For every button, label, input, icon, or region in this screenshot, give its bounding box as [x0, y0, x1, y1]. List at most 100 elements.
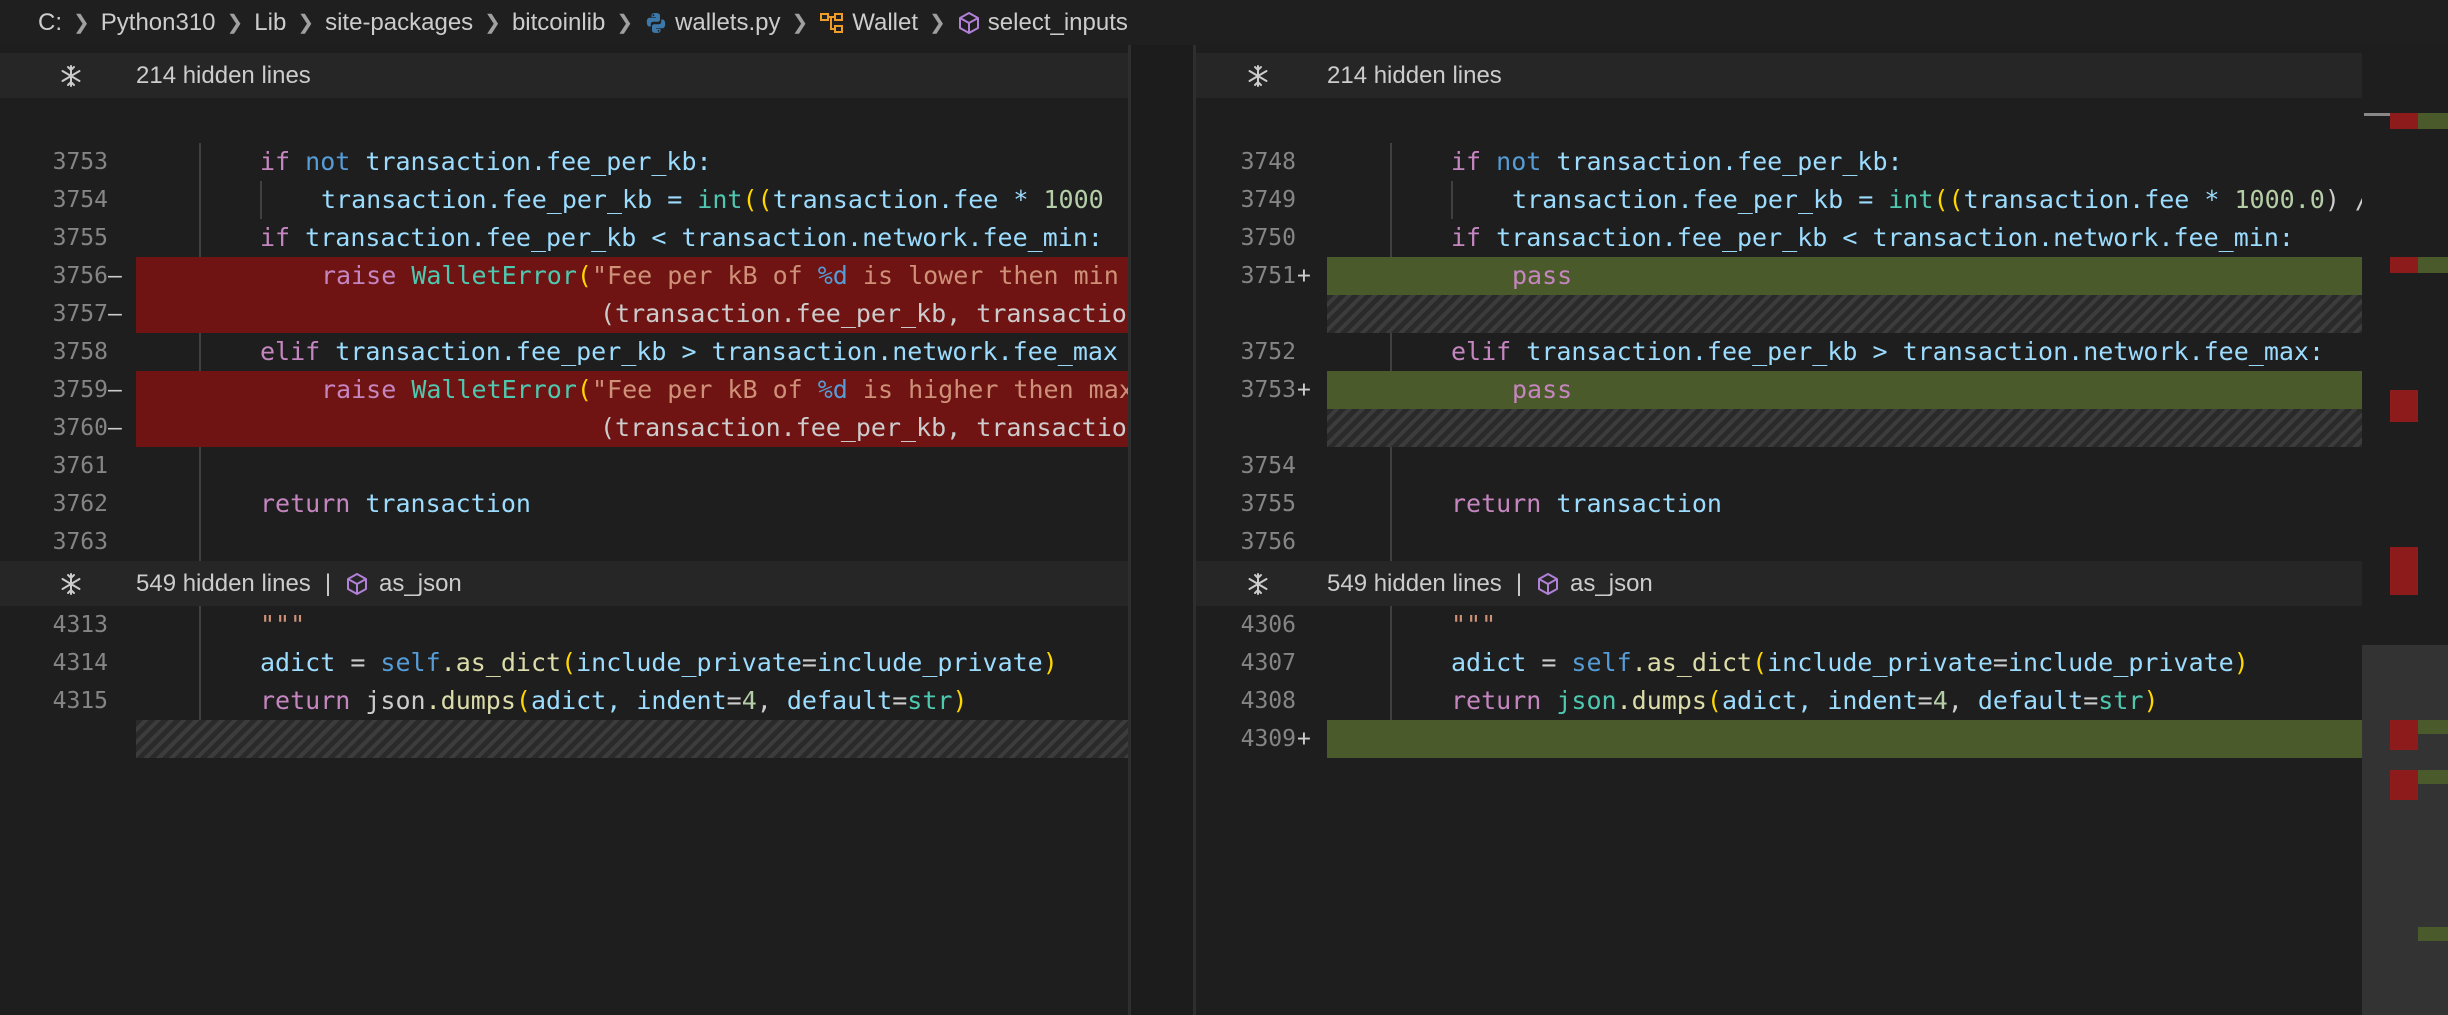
hidden-lines-fold[interactable]: 214 hidden lines [0, 53, 1128, 98]
line-number: 3758 [52, 339, 108, 365]
deleted-line[interactable]: 3760 — (transaction.fee_per_kb, transact… [0, 409, 1128, 447]
deleted-line[interactable]: 3759 — raise WalletError("Fee per kB of … [0, 371, 1128, 409]
diff-filler-hatch [1327, 409, 2390, 447]
line-number: 3760 [52, 415, 108, 441]
line-number: 3763 [52, 529, 108, 555]
deleted-line[interactable]: 3756 — raise WalletError("Fee per kB of … [0, 257, 1128, 295]
code-line[interactable]: 3755 if transaction.fee_per_kb < transac… [0, 219, 1128, 257]
code-line[interactable]: 3749 transaction.fee_per_kb = int((trans… [1196, 181, 2390, 219]
breadcrumb-drive[interactable]: C: [38, 9, 62, 37]
line-number: 3753 [1240, 377, 1296, 403]
breadcrumb-class[interactable]: Wallet [852, 9, 918, 37]
line-number: 4314 [52, 650, 108, 676]
code-line[interactable]: 3756 [1196, 523, 2390, 561]
method-cube-icon [1538, 572, 1559, 595]
inserted-line-background [1327, 720, 2390, 758]
code-line[interactable]: 3752 elif transaction.fee_per_kb > trans… [1196, 333, 2390, 371]
code-line[interactable]: 4306 """ [1196, 606, 2390, 644]
code-text: transaction.fee_per_kb = int((transactio… [1512, 185, 2370, 214]
code-text: if not transaction.fee_per_kb: [1451, 147, 1903, 176]
code-text: if not transaction.fee_per_kb: [260, 147, 712, 176]
breadcrumb-python310[interactable]: Python310 [101, 9, 216, 37]
overview-insertion-mark [2418, 927, 2448, 941]
breadcrumb-bitcoinlib[interactable]: bitcoinlib [512, 9, 605, 37]
code-text: return json.dumps(adict, indent=4, defau… [1451, 686, 2159, 715]
breadcrumb: C: ❯ Python310 ❯ Lib ❯ site-packages ❯ b… [0, 0, 2448, 45]
hidden-lines-label: 214 hidden lines [1327, 61, 1502, 89]
chevron-right-icon: ❯ [226, 12, 244, 34]
overview-deletion-mark [2390, 720, 2418, 750]
code-line[interactable]: 4313 """ [0, 606, 1128, 644]
code-line[interactable]: 3758 elif transaction.fee_per_kb > trans… [0, 333, 1128, 371]
code-line[interactable]: 3750 if transaction.fee_per_kb < transac… [1196, 219, 2390, 257]
hidden-lines-fold[interactable]: 214 hidden lines [1196, 53, 2390, 98]
chevron-right-icon: ❯ [297, 12, 315, 34]
insertion-marker: + [1297, 726, 1311, 752]
deletion-marker: — [108, 263, 122, 289]
code-text: return transaction [260, 489, 531, 518]
line-number: 3753 [52, 149, 108, 175]
method-cube-icon [347, 572, 368, 595]
code-text: (transaction.fee_per_kb, transaction. [600, 413, 1128, 442]
diff-modified-pane[interactable]: 214 hidden lines 3748 if not transaction… [1196, 45, 2390, 1015]
breadcrumb-site-packages[interactable]: site-packages [325, 9, 473, 37]
line-number: 4309 [1240, 726, 1296, 752]
unfold-icon[interactable] [1245, 571, 1271, 597]
line-number: 3755 [1240, 491, 1296, 517]
insertion-marker: + [1297, 263, 1311, 289]
line-number: 3749 [1240, 187, 1296, 213]
overview-deletion-mark [2390, 113, 2418, 129]
line-number: 4315 [52, 688, 108, 714]
deletion-marker: — [108, 301, 122, 327]
unfold-icon[interactable] [58, 571, 84, 597]
overview-insertion-mark [2418, 257, 2448, 273]
inserted-line[interactable]: 4309 + [1196, 720, 2390, 758]
code-line[interactable]: 3754 transaction.fee_per_kb = int((trans… [0, 181, 1128, 219]
breadcrumb-method[interactable]: select_inputs [988, 9, 1128, 37]
diff-filler-hatch [1327, 295, 2390, 333]
chevron-right-icon: ❯ [73, 12, 90, 34]
code-line[interactable]: 3762 return transaction [0, 485, 1128, 523]
code-line[interactable]: 3755 return transaction [1196, 485, 2390, 523]
unfold-icon[interactable] [1245, 63, 1271, 89]
breadcrumb-file[interactable]: wallets.py [675, 9, 780, 37]
breadcrumb-lib[interactable]: Lib [254, 9, 286, 37]
line-number: 3756 [52, 263, 108, 289]
code-text: transaction.fee_per_kb = int((transactio… [321, 185, 1104, 214]
code-line[interactable]: 3761 [0, 447, 1128, 485]
code-text: raise WalletError("Fee per kB of %d is l… [321, 261, 1119, 290]
diff-overview-ruler[interactable] [2390, 45, 2448, 1015]
inserted-line[interactable]: 3753 + pass [1196, 371, 2390, 409]
code-line[interactable]: 3754 [1196, 447, 2390, 485]
code-line[interactable]: 4308 return json.dumps(adict, indent=4, … [1196, 682, 2390, 720]
line-number: 4313 [52, 612, 108, 638]
line-number: 3755 [52, 225, 108, 251]
line-number: 3750 [1240, 225, 1296, 251]
overview-deletion-mark [2390, 390, 2418, 422]
inserted-line[interactable]: 3751 + pass [1196, 257, 2390, 295]
chevron-right-icon: ❯ [929, 12, 946, 34]
code-line[interactable]: 4315 return json.dumps(adict, indent=4, … [0, 682, 1128, 720]
hidden-lines-label: 214 hidden lines [136, 61, 311, 89]
code-line[interactable]: 3763 [0, 523, 1128, 561]
code-line[interactable]: 4314 adict = self.as_dict(include_privat… [0, 644, 1128, 682]
line-number: 3761 [52, 453, 108, 479]
chevron-right-icon: ❯ [791, 12, 809, 34]
line-number: 3754 [1240, 453, 1296, 479]
deleted-line[interactable]: 3757 — (transaction.fee_per_kb, transact… [0, 295, 1128, 333]
code-text: """ [260, 610, 306, 639]
line-number: 3756 [1240, 529, 1296, 555]
diff-sash[interactable] [1128, 45, 1196, 1015]
unfold-icon[interactable] [58, 63, 84, 89]
code-text: if transaction.fee_per_kb < transaction.… [260, 223, 1103, 252]
hidden-lines-fold[interactable]: 549 hidden lines | as_json [1196, 561, 2390, 606]
code-line[interactable]: 3748 if not transaction.fee_per_kb: [1196, 143, 2390, 181]
code-line[interactable]: 3753 if not transaction.fee_per_kb: [0, 143, 1128, 181]
hidden-lines-fold[interactable]: 549 hidden lines | as_json [0, 561, 1128, 606]
line-number: 4306 [1240, 612, 1296, 638]
diff-original-pane[interactable]: 214 hidden lines 3753 if not transaction… [0, 45, 1128, 1015]
line-number: 4307 [1240, 650, 1296, 676]
overview-insertion-mark [2418, 720, 2448, 734]
deletion-marker: — [108, 415, 122, 441]
code-line[interactable]: 4307 adict = self.as_dict(include_privat… [1196, 644, 2390, 682]
